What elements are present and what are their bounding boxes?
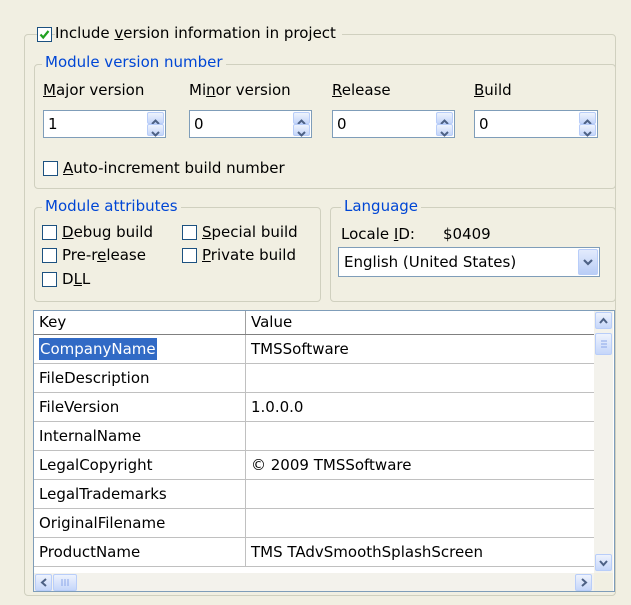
key-cell[interactable]: FileDescription xyxy=(34,364,246,392)
value-cell[interactable] xyxy=(246,480,594,508)
checkmark-icon xyxy=(39,30,50,40)
value-cell[interactable]: TMS TAdvSmoothSplashScreen xyxy=(246,538,594,566)
arrow-down-icon xyxy=(599,560,608,567)
grid-row[interactable]: FileDescription xyxy=(34,364,594,393)
module-attributes-title: Module attributes xyxy=(42,197,181,215)
grid-header: Key Value xyxy=(34,311,594,335)
value-cell[interactable] xyxy=(246,422,594,450)
scroll-thumb-horizontal[interactable] xyxy=(53,574,77,591)
key-cell[interactable]: InternalName xyxy=(34,422,246,450)
arrow-down-icon xyxy=(297,131,306,137)
grid-row[interactable]: LegalCopyright © 2009 TMSSoftware xyxy=(34,451,594,480)
version-keys-grid[interactable]: Key Value CompanyName TMSSoftware FileDesc… xyxy=(33,310,615,592)
key-cell[interactable]: ProductName xyxy=(34,538,246,566)
language-title: Language xyxy=(341,197,422,215)
key-cell[interactable]: CompanyName xyxy=(34,335,246,363)
horizontal-scrollbar[interactable] xyxy=(34,573,594,591)
spin-up-button[interactable] xyxy=(147,112,164,125)
value-cell[interactable] xyxy=(246,364,594,392)
arrow-down-icon xyxy=(440,131,449,137)
grid-row[interactable]: LegalTrademarks xyxy=(34,480,594,509)
value-cell[interactable]: TMSSoftware xyxy=(246,335,594,363)
scroll-left-button[interactable] xyxy=(35,574,52,591)
key-cell[interactable]: LegalTrademarks xyxy=(34,480,246,508)
value-cell[interactable] xyxy=(246,509,594,537)
build-label: Build xyxy=(474,81,512,99)
grid-row[interactable]: InternalName xyxy=(34,422,594,451)
scroll-thumb[interactable] xyxy=(595,333,612,355)
include-version-checkbox[interactable] xyxy=(37,27,52,42)
scroll-up-button[interactable] xyxy=(595,312,612,329)
dll-checkbox[interactable] xyxy=(42,272,57,287)
private-build-label[interactable]: Private build xyxy=(202,246,296,264)
special-build-label[interactable]: Special build xyxy=(202,223,298,241)
minor-version-label: Minor version xyxy=(189,81,291,99)
language-combobox[interactable]: English (United States) xyxy=(338,247,600,277)
value-cell[interactable]: 1.0.0.0 xyxy=(246,393,594,421)
include-version-label[interactable]: Include version information in project xyxy=(55,24,342,42)
grid-row[interactable]: FileVersion 1.0.0.0 xyxy=(34,393,594,422)
value-cell[interactable]: © 2009 TMSSoftware xyxy=(246,451,594,479)
private-build-checkbox[interactable] xyxy=(182,248,197,263)
major-version-spinedit[interactable]: 1 xyxy=(43,110,166,138)
vertical-scrollbar[interactable] xyxy=(594,311,613,573)
spin-up-button[interactable] xyxy=(579,112,596,125)
module-version-title: Module version number xyxy=(42,53,226,71)
key-cell[interactable]: LegalCopyright xyxy=(34,451,246,479)
language-selected-value: English (United States) xyxy=(344,253,517,271)
arrow-down-icon xyxy=(583,131,592,137)
grid-row[interactable]: ProductName TMS TAdvSmoothSplashScreen xyxy=(34,538,594,567)
scroll-right-button[interactable] xyxy=(575,574,592,591)
grid-row[interactable]: OriginalFilename xyxy=(34,509,594,538)
dll-label[interactable]: DLL xyxy=(62,270,90,288)
build-spinedit[interactable]: 0 xyxy=(474,110,598,138)
spin-down-button[interactable] xyxy=(579,124,596,137)
arrow-left-icon xyxy=(40,578,47,587)
debug-build-checkbox[interactable] xyxy=(42,225,57,240)
chevron-down-icon xyxy=(583,259,593,266)
scroll-down-button[interactable] xyxy=(595,554,612,571)
debug-build-label[interactable]: Debug build xyxy=(62,223,153,241)
major-version-label: Major version xyxy=(43,81,145,99)
special-build-checkbox[interactable] xyxy=(182,225,197,240)
locale-id-label: Locale ID: xyxy=(341,225,415,243)
release-spinedit[interactable]: 0 xyxy=(332,110,455,138)
prerelease-checkbox[interactable] xyxy=(42,248,57,263)
auto-increment-checkbox[interactable] xyxy=(43,161,58,176)
prerelease-label[interactable]: Pre-release xyxy=(62,246,146,264)
column-header-key[interactable]: Key xyxy=(34,311,246,334)
column-header-value[interactable]: Value xyxy=(246,311,586,334)
arrow-down-icon xyxy=(151,131,160,137)
locale-id-value: $0409 xyxy=(443,225,491,243)
release-label: Release xyxy=(332,81,391,99)
spin-down-button[interactable] xyxy=(147,124,164,137)
grid-row[interactable]: CompanyName TMSSoftware xyxy=(34,335,594,364)
spin-up-button[interactable] xyxy=(436,112,453,125)
spin-up-button[interactable] xyxy=(293,112,310,125)
spin-down-button[interactable] xyxy=(436,124,453,137)
minor-version-spinedit[interactable]: 0 xyxy=(189,110,312,138)
spin-down-button[interactable] xyxy=(293,124,310,137)
scrollbar-corner xyxy=(594,573,613,591)
arrow-right-icon xyxy=(581,578,588,587)
arrow-up-icon xyxy=(599,317,608,324)
auto-increment-label[interactable]: Auto-increment build number xyxy=(63,159,285,177)
selected-key-highlight: CompanyName xyxy=(39,338,157,360)
version-info-panel: Include version information in project M… xyxy=(0,0,631,605)
dropdown-button[interactable] xyxy=(578,249,598,275)
key-cell[interactable]: FileVersion xyxy=(34,393,246,421)
key-cell[interactable]: OriginalFilename xyxy=(34,509,246,537)
